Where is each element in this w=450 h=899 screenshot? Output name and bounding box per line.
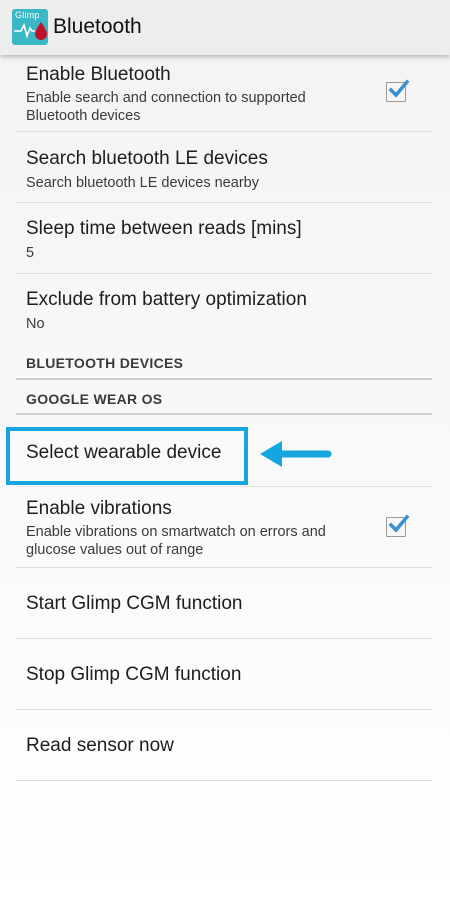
category-bluetooth-devices: BLUETOOTH DEVICES [26,355,184,371]
glimp-app-icon[interactable]: Glimp [12,9,48,45]
category-divider [16,413,432,415]
pref-summary: Search bluetooth LE devices nearby [26,175,259,191]
pref-title: Start Glimp CGM function [26,593,243,614]
enable-vibrations-checkbox[interactable] [386,514,410,537]
pref-title: Sleep time between reads [mins] [26,218,302,239]
category-divider [16,378,432,380]
pref-title: Enable vibrations [26,498,172,519]
pref-enable-bluetooth[interactable]: Enable Bluetooth Enable search and conne… [0,55,450,131]
page-title: Bluetooth [53,15,142,38]
arrow-left-icon [260,441,332,467]
pref-title: Enable Bluetooth [26,64,171,85]
pref-start-cgm[interactable]: Start Glimp CGM function [0,568,450,638]
category-google-wear-os: GOOGLE WEAR OS [26,391,163,407]
pref-stop-cgm[interactable]: Stop Glimp CGM function [0,639,450,709]
pref-exclude-battery-optimization[interactable]: Exclude from battery optimization No [0,274,450,344]
heartbeat-drop-icon [14,22,47,40]
pref-read-sensor-now[interactable]: Read sensor now [0,710,450,780]
enable-bluetooth-checkbox[interactable] [386,79,410,102]
highlight-box [6,427,248,485]
pref-summary: Enable vibrations on smartwatch on error… [26,524,326,558]
pref-title: Exclude from battery optimization [26,289,307,310]
pref-title: Search bluetooth LE devices [26,148,268,169]
pref-summary: Enable search and connection to supporte… [26,90,306,124]
pref-title: Read sensor now [26,735,174,756]
pref-summary: 5 [26,245,35,261]
pref-summary: No [26,316,45,332]
pref-title: Stop Glimp CGM function [26,664,242,685]
divider [16,780,432,781]
checkmark-icon [388,79,410,98]
pref-sleep-time[interactable]: Sleep time between reads [mins] 5 [0,203,450,273]
pref-enable-vibrations[interactable]: Enable vibrations Enable vibrations on s… [0,487,450,567]
app-bar: Glimp Bluetooth [0,0,450,55]
pref-search-le-devices[interactable]: Search bluetooth LE devices Search bluet… [0,132,450,202]
checkmark-icon [388,514,410,533]
